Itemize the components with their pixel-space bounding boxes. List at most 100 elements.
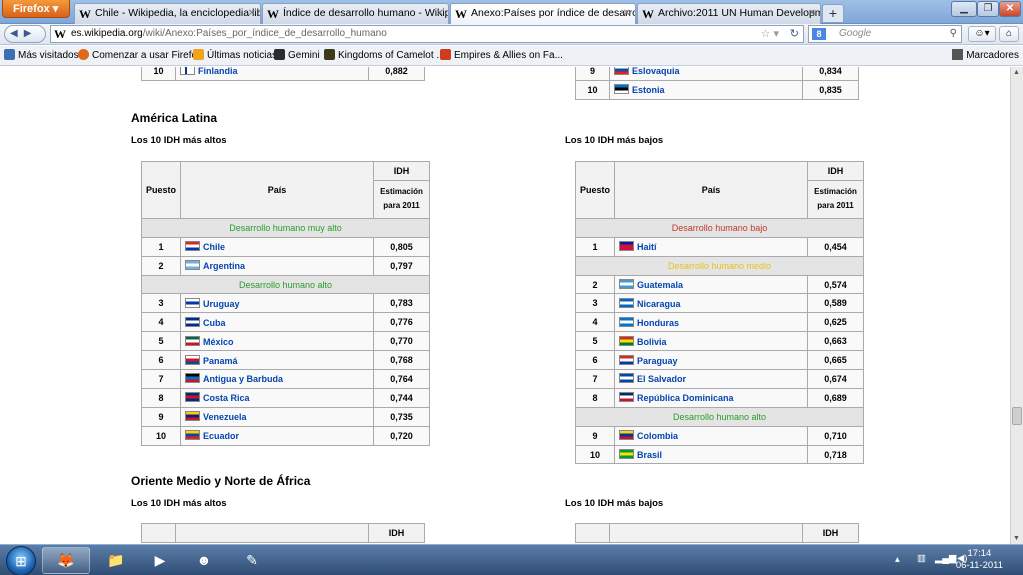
country-link[interactable]: Guatemala [614,274,809,295]
kingdoms-icon [324,49,335,60]
vertical-scrollbar[interactable]: ▲ ▼ [1010,67,1023,544]
country-link[interactable]: Cuba [180,312,375,333]
minimize-button[interactable]: ▁ [951,1,977,17]
addon-icon[interactable]: ☺▾ [968,26,996,42]
idh-value: 0,454 [807,236,865,257]
close-icon[interactable]: ✕ [248,4,256,23]
category-very-high: Desarrollo humano muy alto [140,217,431,238]
country-link[interactable]: Honduras [614,312,809,333]
google-icon[interactable]: 8 [812,28,826,40]
country-link[interactable]: Panamá [180,350,375,371]
signal-icon[interactable]: ▂▄▆ [935,553,956,564]
tab-chile[interactable]: W Chile - Wikipedia, la enciclopedia lib… [74,3,261,24]
bookmark-mas-visitados[interactable]: Más visitados [4,46,79,65]
category-high: Desarrollo humano alto [574,406,865,427]
country-link[interactable]: El Salvador [614,369,809,389]
close-icon[interactable]: ✕ [808,4,816,23]
tab-idh[interactable]: W Índice de desarrollo humano - Wikipe..… [262,3,449,24]
taskbar-paint[interactable]: ✎ [228,547,276,574]
clock[interactable]: 17:14 06-11-2011 [956,548,1003,572]
scroll-up-icon[interactable]: ▲ [1013,69,1020,76]
new-tab-button[interactable]: + [822,4,844,23]
maximize-button[interactable]: ❐ [977,1,999,17]
idh-value: 0,589 [807,293,865,314]
back-forward-buttons[interactable]: ◀▶ [4,25,46,43]
table-row: 9 Venezuela 0,735 [140,406,431,427]
subtitle-high: Los 10 IDH más altos [131,135,227,146]
category-low: Desarrollo humano bajo [574,217,865,238]
reload-icon[interactable]: ↻ [790,26,799,42]
country-link[interactable]: Paraguay [614,350,809,371]
country-link[interactable]: Chile [180,236,375,257]
header-idh: IDH [368,523,425,543]
start-button[interactable]: ⊞ [6,546,36,575]
rank-cell: 7 [574,369,616,389]
network-icon[interactable]: ▥ [917,553,926,564]
flag-icon [180,67,195,76]
bookmark-empires-allies[interactable]: Empires & Allies on Fa... [440,46,563,65]
scrollbar-thumb[interactable] [1012,407,1022,425]
country-link[interactable]: Brasil [614,444,809,465]
idh-value: 0,764 [373,369,431,389]
bookmark-comenzar-firefox[interactable]: Comenzar a usar Firefox [78,46,202,65]
country-link[interactable]: Ecuador [180,425,375,446]
country-link[interactable]: Venezuela [180,406,375,427]
country-link[interactable]: Colombia [614,425,809,446]
rank-cell: 10 [575,79,610,100]
country-link[interactable]: Uruguay [180,293,375,314]
title-bar: Firefox ▾ W Chile - Wikipedia, la encicl… [0,0,1023,24]
close-window-button[interactable]: ✕ [999,1,1021,17]
clock-time: 17:14 [967,548,992,559]
tab-archivo[interactable]: W Archivo:2011 UN Human Developme... ✕ [637,3,821,24]
country-link[interactable]: México [180,331,375,352]
country-link[interactable]: Haití [614,236,809,257]
country-cell[interactable]: Estonia [609,79,803,100]
tab-anexo[interactable]: W Anexo:Países por índice de desarrollo … [450,3,636,24]
country-link[interactable]: República Dominicana [614,387,809,408]
country-link[interactable]: Antigua y Barbuda [180,369,375,389]
rank-cell: 6 [140,350,182,371]
wikipedia-icon: W [267,7,279,21]
country-link[interactable]: Argentina [180,255,375,276]
taskbar-messenger[interactable]: ☻ [180,547,228,574]
close-icon[interactable]: ✕ [623,4,631,23]
idh-value: 0,625 [807,312,865,333]
table-latam-highest: Puesto País IDH Estimación para 2011 Des… [140,161,431,446]
table-row: 6 Paraguay 0,665 [574,350,865,371]
folder-icon [4,49,15,60]
taskbar-firefox[interactable]: 🦊 [42,547,90,574]
site-identity-icon[interactable]: W [54,27,66,41]
idh-value: 0,834 [802,67,859,81]
header-idh: IDH [373,161,431,181]
search-bar[interactable]: 8 Google ⚲ [808,25,962,43]
search-icon[interactable]: ⚲ [950,26,957,42]
country-link[interactable]: Nicaragua [614,293,809,314]
bookmarks-menu[interactable]: Marcadores [952,46,1019,65]
rank-cell: 6 [574,350,616,371]
bookmark-gemini[interactable]: Gemini [274,46,320,65]
header-country: País [180,161,375,219]
bookmark-ultimas-noticias[interactable]: Últimas noticias [193,46,277,65]
close-icon[interactable]: ✕ [436,4,444,23]
flag-icon [619,241,635,252]
country-link[interactable]: Bolivia [614,331,809,352]
country-cell[interactable]: Finlandia [175,67,369,81]
scroll-down-icon[interactable]: ▼ [1013,535,1020,542]
table-row: 2 Argentina 0,797 [140,255,431,276]
flag-icon [619,392,635,403]
bookmark-kingdoms-camelot[interactable]: Kingdoms of Camelot ... [324,46,445,65]
home-icon[interactable]: ⌂ [999,26,1019,42]
category-row: Desarrollo humano alto [574,406,865,427]
rank-cell: 3 [574,293,616,314]
firefox-menu-button[interactable]: Firefox ▾ [2,0,70,18]
taskbar-media-player[interactable]: ▶ [136,547,184,574]
show-hidden-icons[interactable]: ▴ [895,554,900,565]
forward-arrow-icon[interactable]: ▶ [24,28,38,39]
country-link[interactable]: Costa Rica [180,387,375,408]
url-bar[interactable]: W es.wikipedia.org/wiki/Anexo:Países_por… [50,25,804,43]
bookmark-star-icon[interactable]: ☆ ▾ [761,26,779,42]
back-arrow-icon[interactable]: ◀ [10,28,24,39]
table-row: 7 El Salvador 0,674 [574,369,865,389]
country-cell[interactable]: Eslovaquia [609,67,803,81]
taskbar-explorer[interactable]: 📁 [92,547,140,574]
